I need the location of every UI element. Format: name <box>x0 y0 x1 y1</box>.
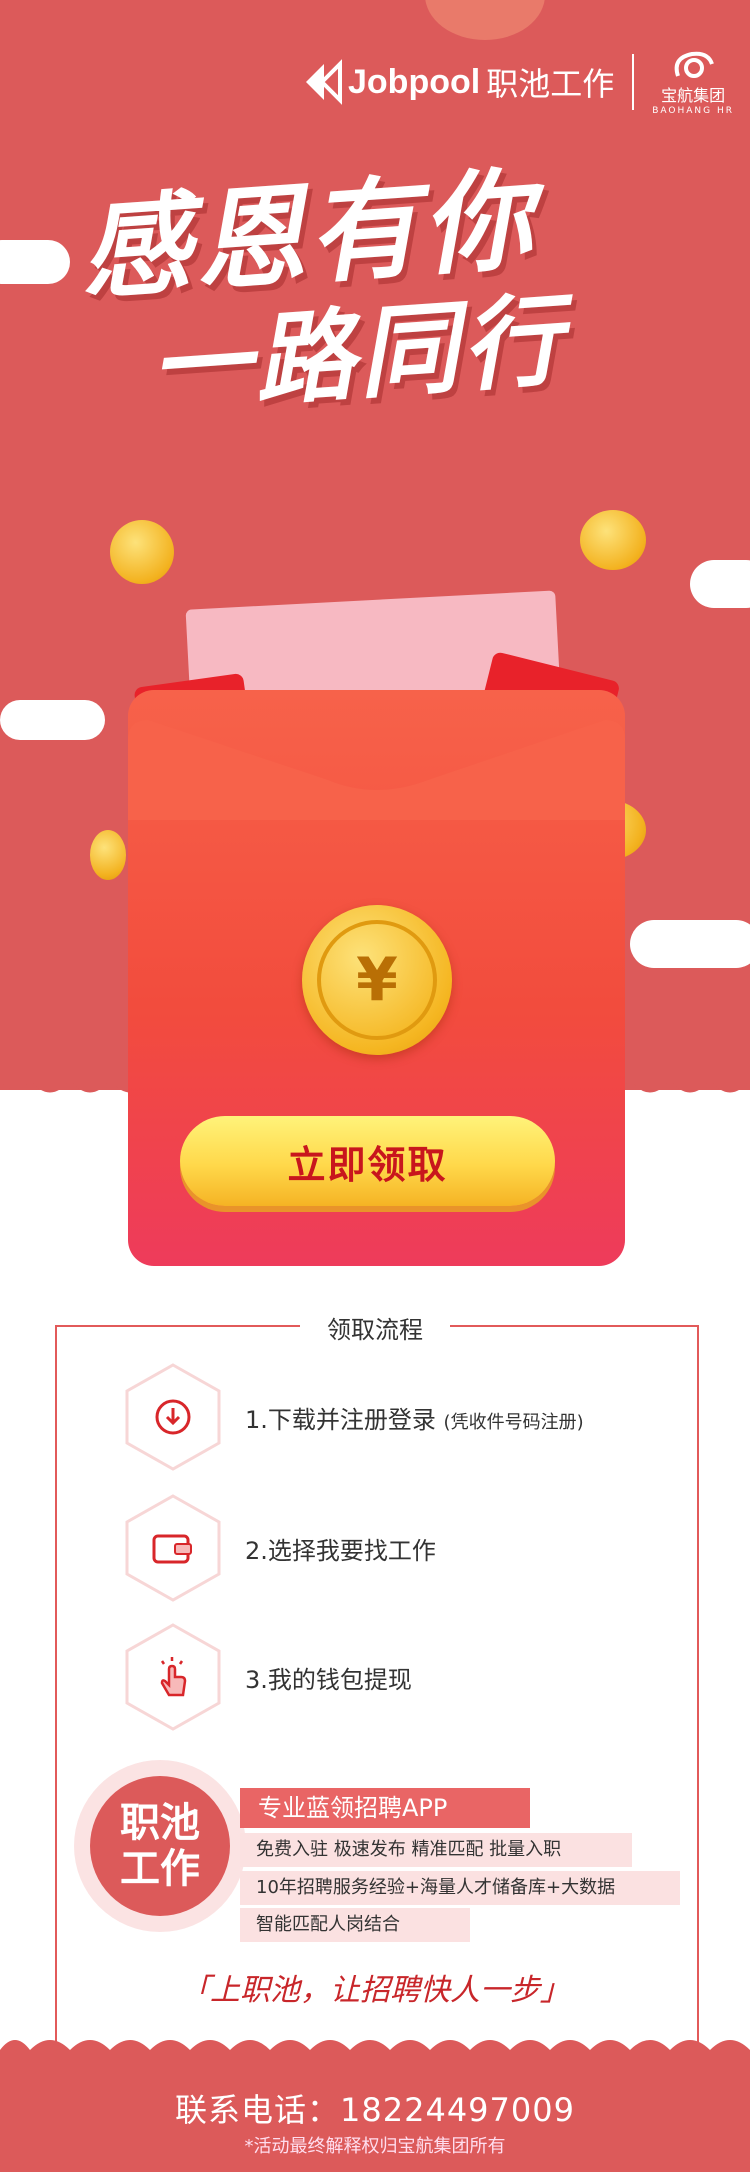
step-3-text: 3.我的钱包提现 <box>245 1660 412 1695</box>
yuan-icon: ¥ <box>317 920 437 1040</box>
step-1-label: 1.下载并注册登录 <box>245 1405 436 1434</box>
badge-label: 职池工作 <box>120 1800 200 1892</box>
step-2-label: 2.选择我要找工作 <box>245 1536 436 1565</box>
brand-header: Jobpool 职池工作 宝航集团 BAOHANG HR <box>300 48 734 116</box>
slogan: 「上职池，让招聘快人一步」 <box>180 1973 570 2008</box>
envelope-flap <box>128 720 625 820</box>
jobpool-logo-icon <box>306 59 342 105</box>
cloud-mid-right <box>630 920 750 968</box>
coin-float-left <box>110 520 174 584</box>
step-3-hex <box>125 1623 221 1731</box>
wallet-icon <box>152 1534 192 1564</box>
hero-headline: 感恩有你 一路同行 <box>76 154 680 427</box>
center-coin: ¥ <box>302 905 452 1055</box>
step-3-label: 3.我的钱包提现 <box>245 1665 412 1694</box>
process-title: 领取流程 <box>300 1310 450 1345</box>
badge-text: 职池工作 <box>90 1776 230 1916</box>
cloud-left <box>0 240 70 284</box>
brand-divider <box>632 54 635 110</box>
promo-headline: 专业蓝领招聘APP <box>240 1788 530 1828</box>
cloud-right <box>690 560 750 608</box>
step-1: 1.下载并注册登录 (凭收件号码注册) <box>125 1362 725 1472</box>
coin-float-right <box>580 510 646 570</box>
brand-badge: 职池工作 <box>74 1760 246 1932</box>
cloud-mid-left <box>0 700 105 740</box>
step-1-text: 1.下载并注册登录 (凭收件号码注册) <box>245 1400 584 1435</box>
step-3: 3.我的钱包提现 <box>125 1622 725 1732</box>
baohang-logo-icon <box>674 51 715 78</box>
step-1-note: (凭收件号码注册) <box>443 1411 584 1433</box>
promo-tag-1: 免费入驻 极速发布 精准匹配 批量入职 <box>240 1833 632 1867</box>
step-2-hex <box>125 1494 221 1602</box>
group-name-en: BAOHANG HR <box>652 106 734 116</box>
coin-float-small <box>90 830 126 880</box>
claim-button[interactable]: 立即领取 <box>180 1116 555 1206</box>
jobpool-name-en: Jobpool <box>348 62 481 101</box>
contact-phone[interactable]: 联系电话：18224497009 <box>0 2085 750 2131</box>
step-2-text: 2.选择我要找工作 <box>245 1531 436 1566</box>
jobpool-name-cn: 职池工作 <box>486 65 615 103</box>
promo-tag-3: 智能匹配人岗结合 <box>240 1908 470 1942</box>
step-1-hex <box>125 1363 221 1471</box>
tap-hand-icon <box>160 1657 187 1697</box>
download-icon <box>155 1399 191 1435</box>
baohang-logo: 宝航集团 BAOHANG HR <box>652 48 734 116</box>
disclaimer: *活动最终解释权归宝航集团所有 <box>244 2136 506 2157</box>
step-2: 2.选择我要找工作 <box>125 1493 725 1603</box>
group-name: 宝航集团 <box>661 86 726 105</box>
promo-tag-2: 10年招聘服务经验+海量人才储备库+大数据 <box>240 1871 680 1905</box>
